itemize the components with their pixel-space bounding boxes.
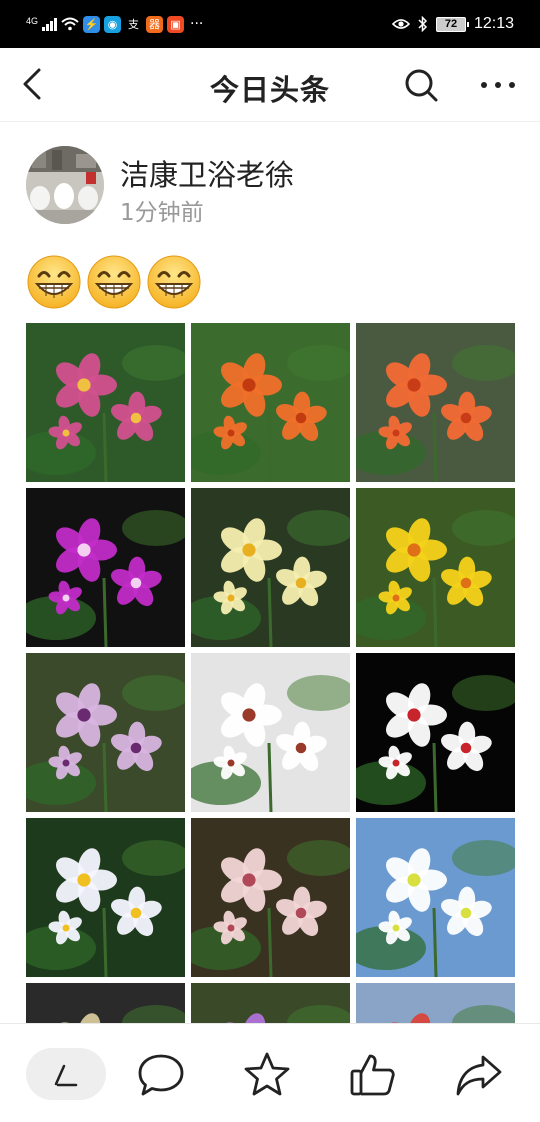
bottom-action-bar — [0, 1023, 540, 1122]
photo-red-flower-garden[interactable] — [356, 983, 515, 1023]
photo-passion-flower-image — [26, 653, 185, 812]
author-name[interactable]: 洁康卫浴老徐 — [120, 152, 294, 194]
photo-yellow-allamanda-image — [356, 488, 515, 647]
grinning-emoji-icon — [27, 255, 81, 309]
avatar[interactable] — [26, 146, 104, 224]
photo-yellow-zephyranthes-image — [191, 488, 350, 647]
photo-orange-bell-abutilon-image — [191, 323, 350, 482]
alipay-icon: 支 — [128, 19, 140, 31]
photo-orange-bell-abutilon[interactable] — [191, 323, 350, 482]
write-comment-button[interactable] — [26, 1048, 106, 1100]
app-orange-icon: 器 — [146, 15, 164, 33]
search-icon[interactable] — [402, 66, 440, 104]
grinning-emoji-icon — [147, 255, 201, 309]
post-time: 1分钟前 — [120, 200, 204, 226]
photo-yellow-allamanda[interactable] — [356, 488, 515, 647]
post-text — [26, 254, 202, 310]
photo-white-spotted-orchid-image — [191, 653, 350, 812]
pen-icon — [54, 1064, 78, 1087]
photo-pink-slipper-orchid-image — [191, 818, 350, 977]
photo-magenta-orchid-image — [26, 488, 185, 647]
photo-yellow-zephyranthes[interactable] — [191, 488, 350, 647]
status-left-group: 4G ⚡ ◉ 支器 ▣ ··· — [26, 12, 203, 36]
photo-red-white-orchid[interactable] — [356, 653, 515, 812]
photo-pink-abutilon-image — [26, 323, 185, 482]
photo-dark-seedheads[interactable] — [26, 983, 185, 1023]
photo-white-iris[interactable] — [26, 818, 185, 977]
more-icon[interactable] — [478, 70, 518, 100]
bluetooth-icon — [418, 16, 428, 32]
wifi-icon — [61, 17, 79, 31]
clock: 12:13 — [473, 15, 514, 32]
signal-icon — [42, 17, 58, 31]
page-title: 今日头条 — [209, 73, 330, 107]
eye-comfort-icon — [391, 19, 410, 29]
photo-passion-flower[interactable] — [26, 653, 185, 812]
notification-app-icons: ⚡ ◉ 支器 ▣ — [83, 15, 185, 33]
battery-icon: 72 — [435, 16, 469, 32]
photo-purple-petunia-image — [191, 983, 350, 1023]
photo-white-lily-sky[interactable] — [356, 818, 515, 977]
photo-magenta-orchid[interactable] — [26, 488, 185, 647]
photo-orange-lanterns[interactable] — [356, 323, 515, 482]
thumbs-up-icon[interactable] — [348, 1050, 398, 1100]
more-notifications-icon: ··· — [190, 16, 204, 32]
status-bar: 4G ⚡ ◉ 支器 ▣ ··· 72 12:13 — [0, 0, 540, 48]
star-icon[interactable] — [242, 1050, 292, 1100]
grinning-emoji-icon — [87, 255, 141, 309]
photo-white-iris-image — [26, 818, 185, 977]
avatar-image — [26, 146, 104, 224]
photo-red-white-orchid-image — [356, 653, 515, 812]
photo-purple-petunia[interactable] — [191, 983, 350, 1023]
photo-white-lily-sky-image — [356, 818, 515, 977]
comment-icon[interactable] — [136, 1050, 186, 1100]
photo-pink-slipper-orchid[interactable] — [191, 818, 350, 977]
photo-white-spotted-orchid[interactable] — [191, 653, 350, 812]
photo-dark-seedheads-image — [26, 983, 185, 1023]
share-icon[interactable] — [454, 1050, 504, 1100]
wifi-speed-icon: ⚡ — [83, 15, 101, 33]
author-header: 洁康卫浴老徐 1分钟前 — [26, 146, 516, 226]
photo-orange-lanterns-image — [356, 323, 515, 482]
photo-grid — [26, 323, 516, 1023]
status-right-group: 72 12:13 — [391, 12, 514, 36]
photo-pink-abutilon[interactable] — [26, 323, 185, 482]
nav-bar: 今日头条 — [0, 48, 540, 122]
app-red-icon: ▣ — [167, 15, 185, 33]
wechat-icon: ◉ — [104, 15, 122, 33]
photo-red-flower-garden-image — [356, 983, 515, 1023]
network-type: 4G — [26, 15, 39, 26]
